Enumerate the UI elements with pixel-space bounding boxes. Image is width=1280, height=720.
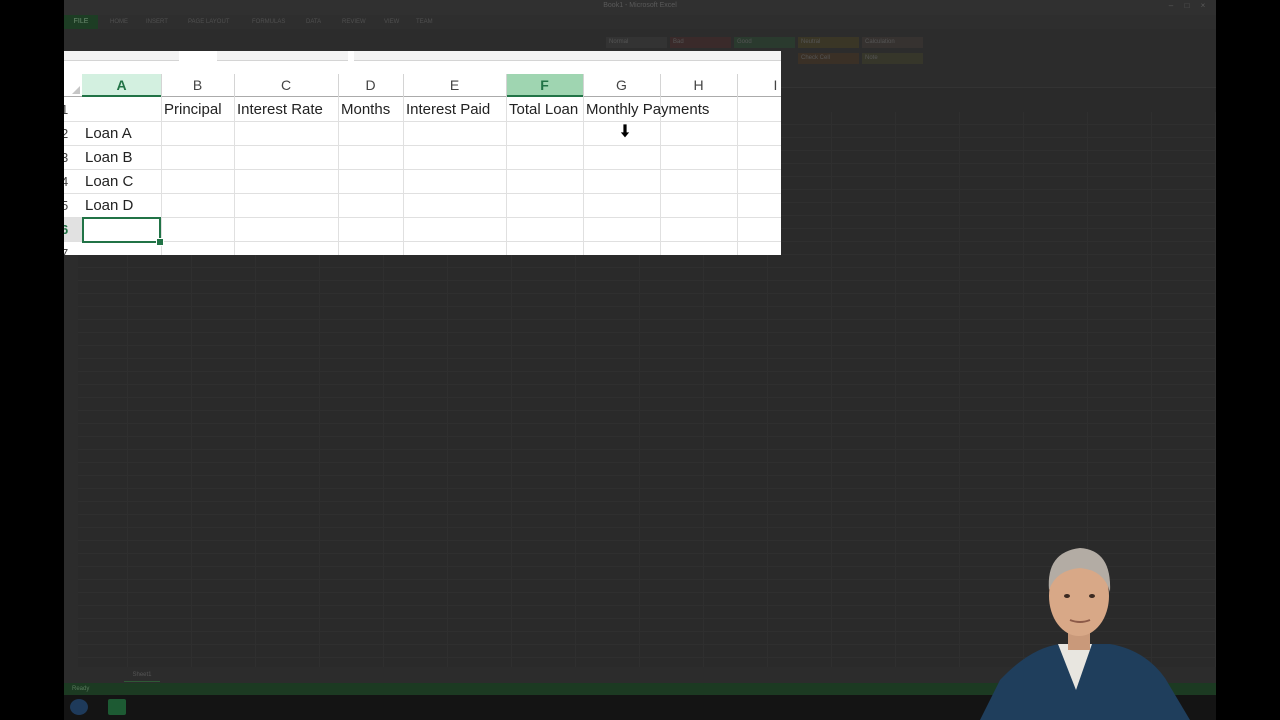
column-header-f[interactable]: F [506,74,583,97]
gridline [737,97,738,255]
style-calculation[interactable]: Calculation [862,37,923,48]
column-header-g[interactable]: G [583,74,660,97]
minimize-icon[interactable]: – [1166,1,1176,11]
style-bad[interactable]: Bad [670,37,731,48]
title-bar: Book1 - Microsoft Excel – □ × [64,0,1216,15]
cell-a2[interactable]: Loan A [82,122,161,146]
row-header-4[interactable]: 4 [64,170,82,194]
mouse-cursor-icon [619,124,631,139]
gridline [82,169,781,170]
column-header-a[interactable]: A [82,74,161,97]
ribbon-tabs: FILE HOME INSERT PAGE LAYOUT FORMULAS DA… [64,15,1216,29]
cell-b1[interactable]: Principal [161,98,234,122]
column-separator[interactable] [338,74,339,97]
column-header-e[interactable]: E [403,74,506,97]
tab-formulas[interactable]: FORMULAS [252,15,285,29]
tab-team[interactable]: TEAM [416,15,433,29]
column-header-c[interactable]: C [234,74,338,97]
column-header-i[interactable]: I [737,74,781,97]
gridline [82,241,781,242]
column-separator[interactable] [234,74,235,97]
style-good[interactable]: Good [734,37,795,48]
windows-start-icon[interactable] [70,699,88,715]
restore-icon[interactable]: □ [1182,1,1192,11]
cell-f1[interactable]: Total Loan [506,98,583,122]
cell-c1[interactable]: Interest Rate [234,98,338,122]
column-separator[interactable] [403,74,404,97]
row-header-7[interactable]: 7 [64,242,82,255]
cell-g1[interactable]: Monthly Payments [583,98,737,122]
style-check-cell[interactable]: Check Cell [798,53,859,64]
gridline [82,217,781,218]
column-header-b[interactable]: B [161,74,234,97]
cell-a4[interactable]: Loan C [82,170,161,194]
tab-insert[interactable]: INSERT [146,15,168,29]
tab-view[interactable]: VIEW [384,15,399,29]
column-separator[interactable] [506,74,507,97]
sheet-tab-sheet1[interactable]: Sheet1 [124,669,160,682]
window-title: Book1 - Microsoft Excel [603,2,677,9]
gridline [82,193,781,194]
cell-d1[interactable]: Months [338,98,403,122]
column-separator[interactable] [737,74,738,97]
row-header-3[interactable]: 3 [64,146,82,170]
cell-a5[interactable]: Loan D [82,194,161,218]
style-note[interactable]: Note [862,53,923,64]
column-header-d[interactable]: D [338,74,403,97]
close-icon[interactable]: × [1198,1,1208,11]
row-header-5[interactable]: 5 [64,194,82,218]
active-cell-a6[interactable] [82,217,161,243]
select-all-corner[interactable] [64,74,82,97]
formula-input-right [354,51,781,61]
tab-home[interactable]: HOME [110,15,128,29]
column-header-h[interactable]: H [660,74,737,97]
cell-e1[interactable]: Interest Paid [403,98,506,122]
gridline [82,145,781,146]
formula-bar-area [64,51,781,74]
style-normal[interactable]: Normal [606,37,667,48]
formula-input [217,51,348,61]
row-header-2[interactable]: 2 [64,122,82,146]
style-neutral[interactable]: Neutral [798,37,859,48]
row-header-1[interactable]: 1 [64,98,82,122]
presenter-webcam [980,548,1190,720]
row-header-6[interactable]: 6 [64,218,82,242]
zoomed-spreadsheet: A B C D E F G H I 1 2 3 4 5 6 7 Principa… [64,51,781,255]
column-separator[interactable] [161,74,162,97]
tab-file[interactable]: FILE [64,15,98,29]
tab-page-layout[interactable]: PAGE LAYOUT [188,15,229,29]
cell-a3[interactable]: Loan B [82,146,161,170]
excel-taskbar-icon[interactable] [108,699,126,715]
tab-review[interactable]: REVIEW [342,15,366,29]
column-separator[interactable] [660,74,661,97]
name-box [64,51,179,61]
tab-data[interactable]: DATA [306,15,321,29]
fill-handle[interactable] [156,238,164,246]
column-separator[interactable] [583,74,584,97]
